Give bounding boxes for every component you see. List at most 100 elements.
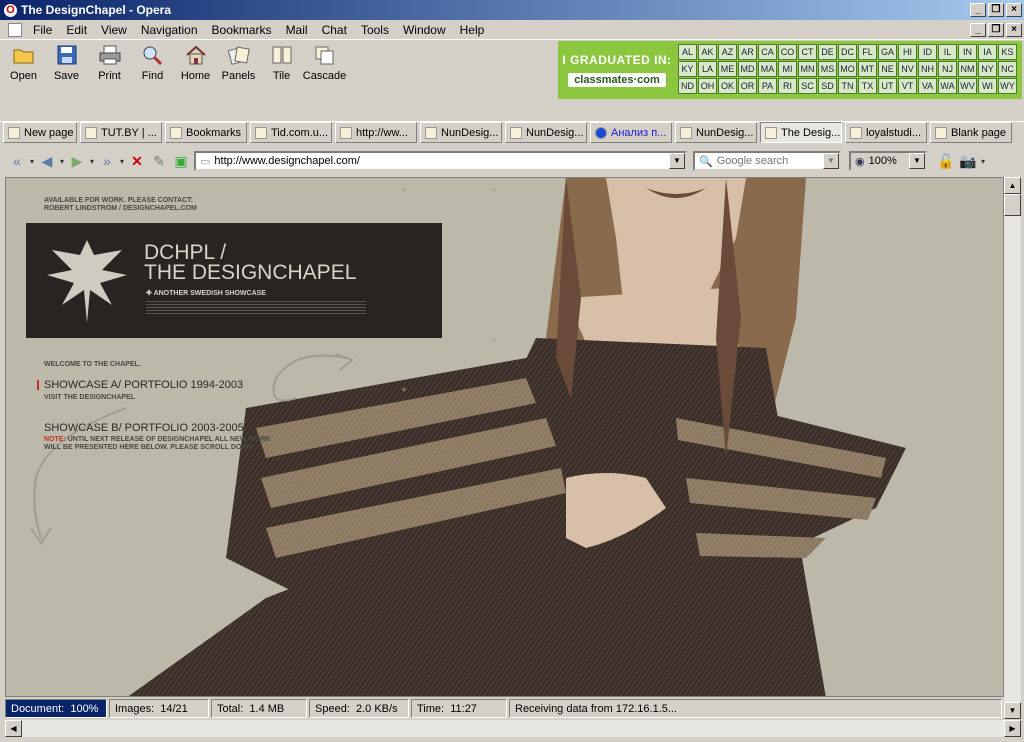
- state-button-tx[interactable]: TX: [858, 78, 877, 94]
- state-button-wv[interactable]: WV: [958, 78, 977, 94]
- menu-tools[interactable]: Tools: [354, 23, 396, 37]
- state-button-la[interactable]: LA: [698, 61, 717, 77]
- state-button-nm[interactable]: NM: [958, 61, 977, 77]
- state-button-nc[interactable]: NC: [998, 61, 1017, 77]
- state-button-mt[interactable]: MT: [858, 61, 877, 77]
- state-button-ma[interactable]: MA: [758, 61, 777, 77]
- document-icon[interactable]: [8, 22, 22, 37]
- menu-help[interactable]: Help: [453, 23, 492, 37]
- logo-banner[interactable]: DCHPL / THE DESIGNCHAPEL ✚ ANOTHER SWEDI…: [26, 223, 442, 338]
- state-button-nj[interactable]: NJ: [938, 61, 957, 77]
- state-button-sd[interactable]: SD: [818, 78, 837, 94]
- state-button-pa[interactable]: PA: [758, 78, 777, 94]
- tab-3[interactable]: Tid.com.u...: [250, 122, 332, 143]
- state-button-ms[interactable]: MS: [818, 61, 837, 77]
- state-button-ks[interactable]: KS: [998, 44, 1017, 60]
- cascade-button[interactable]: Cascade: [303, 40, 346, 86]
- availability-line-2[interactable]: ROBERT LINDSTRÖM / DESIGNCHAPEL.COM: [44, 205, 197, 212]
- url-input[interactable]: ▭ http://www.designchapel.com/ ▼: [194, 151, 687, 171]
- doc-restore-button[interactable]: ❐: [988, 23, 1004, 37]
- rewind-icon[interactable]: «: [6, 151, 28, 171]
- print-button[interactable]: Print: [88, 40, 131, 86]
- state-button-or[interactable]: OR: [738, 78, 757, 94]
- showcase-b-link[interactable]: SHOWCASE B/ PORTFOLIO 2003-2005: [44, 422, 244, 434]
- state-button-md[interactable]: MD: [738, 61, 757, 77]
- showcase-a-link[interactable]: SHOWCASE A/ PORTFOLIO 1994-2003: [44, 379, 243, 391]
- bookmark-page-icon[interactable]: ▣: [170, 151, 192, 171]
- state-button-ia[interactable]: IA: [978, 44, 997, 60]
- panels-button[interactable]: Panels: [217, 40, 260, 86]
- state-button-ok[interactable]: OK: [718, 78, 737, 94]
- state-button-id[interactable]: ID: [918, 44, 937, 60]
- menu-bookmarks[interactable]: Bookmarks: [205, 23, 279, 37]
- search-input[interactable]: 🔍 Google search ▼: [693, 151, 841, 171]
- state-button-ny[interactable]: NY: [978, 61, 997, 77]
- state-button-ar[interactable]: AR: [738, 44, 757, 60]
- zoom-dropdown[interactable]: ▼: [909, 153, 925, 169]
- scroll-thumb[interactable]: [1004, 194, 1021, 216]
- state-button-az[interactable]: AZ: [718, 44, 737, 60]
- state-button-ky[interactable]: KY: [678, 61, 697, 77]
- state-button-ri[interactable]: RI: [778, 78, 797, 94]
- state-button-nd[interactable]: ND: [678, 78, 697, 94]
- state-button-wa[interactable]: WA: [938, 78, 957, 94]
- tab-4[interactable]: http://ww...: [335, 122, 417, 143]
- tab-1[interactable]: TUT.BY | ...: [80, 122, 162, 143]
- close-button[interactable]: ×: [1006, 3, 1022, 17]
- menu-navigation[interactable]: Navigation: [134, 23, 205, 37]
- state-button-ct[interactable]: CT: [798, 44, 817, 60]
- vertical-scrollbar[interactable]: ▲ ▼: [1004, 177, 1021, 719]
- state-button-nh[interactable]: NH: [918, 61, 937, 77]
- restore-button[interactable]: ❐: [988, 3, 1004, 17]
- camera-icon[interactable]: 📷: [957, 151, 979, 171]
- url-dropdown-button[interactable]: ▼: [669, 153, 685, 169]
- state-button-dc[interactable]: DC: [838, 44, 857, 60]
- tab-10[interactable]: loyalstudi...: [845, 122, 927, 143]
- scroll-down-button[interactable]: ▼: [1004, 702, 1021, 719]
- horizontal-scrollbar[interactable]: ◀ ▶: [5, 720, 1021, 737]
- web-page-viewport[interactable]: + + + + + AVAILABLE FOR WORK. PLEASE CON…: [5, 177, 1004, 697]
- tab-8[interactable]: NunDesig...: [675, 122, 757, 143]
- state-button-me[interactable]: ME: [718, 61, 737, 77]
- menu-edit[interactable]: Edit: [59, 23, 94, 37]
- edit-icon[interactable]: ✎: [148, 151, 170, 171]
- state-button-mi[interactable]: MI: [778, 61, 797, 77]
- state-button-vt[interactable]: VT: [898, 78, 917, 94]
- zoom-select[interactable]: ◉ 100% ▼: [849, 151, 927, 171]
- state-button-al[interactable]: AL: [678, 44, 697, 60]
- tab-0[interactable]: New page: [3, 122, 77, 143]
- home-button[interactable]: Home: [174, 40, 217, 86]
- state-button-ut[interactable]: UT: [878, 78, 897, 94]
- find-button[interactable]: Find: [131, 40, 174, 86]
- search-engine-dropdown[interactable]: ▼: [823, 153, 839, 169]
- showcase-a-sub[interactable]: VISIT THE DESIGNCHAPEL: [44, 394, 135, 401]
- menu-window[interactable]: Window: [396, 23, 453, 37]
- state-button-mo[interactable]: MO: [838, 61, 857, 77]
- menu-mail[interactable]: Mail: [279, 23, 315, 37]
- menu-view[interactable]: View: [94, 23, 134, 37]
- scroll-left-button[interactable]: ◀: [5, 720, 22, 737]
- state-button-nv[interactable]: NV: [898, 61, 917, 77]
- tab-2[interactable]: Bookmarks: [165, 122, 247, 143]
- scroll-up-button[interactable]: ▲: [1004, 177, 1021, 194]
- state-button-ca[interactable]: CA: [758, 44, 777, 60]
- state-button-tn[interactable]: TN: [838, 78, 857, 94]
- back-icon[interactable]: ◀: [36, 151, 58, 171]
- state-button-va[interactable]: VA: [918, 78, 937, 94]
- fast-forward-icon[interactable]: »: [96, 151, 118, 171]
- tab-11[interactable]: Blank page: [930, 122, 1012, 143]
- state-button-de[interactable]: DE: [818, 44, 837, 60]
- forward-icon[interactable]: ▶: [66, 151, 88, 171]
- tile-button[interactable]: Tile: [260, 40, 303, 86]
- state-button-in[interactable]: IN: [958, 44, 977, 60]
- state-button-mn[interactable]: MN: [798, 61, 817, 77]
- state-button-ga[interactable]: GA: [878, 44, 897, 60]
- menu-file[interactable]: File: [26, 23, 59, 37]
- state-button-ak[interactable]: AK: [698, 44, 717, 60]
- state-button-fl[interactable]: FL: [858, 44, 877, 60]
- save-button[interactable]: Save: [45, 40, 88, 86]
- tab-5[interactable]: NunDesig...: [420, 122, 502, 143]
- doc-close-button[interactable]: ×: [1006, 23, 1022, 37]
- state-button-wy[interactable]: WY: [998, 78, 1017, 94]
- state-button-wi[interactable]: WI: [978, 78, 997, 94]
